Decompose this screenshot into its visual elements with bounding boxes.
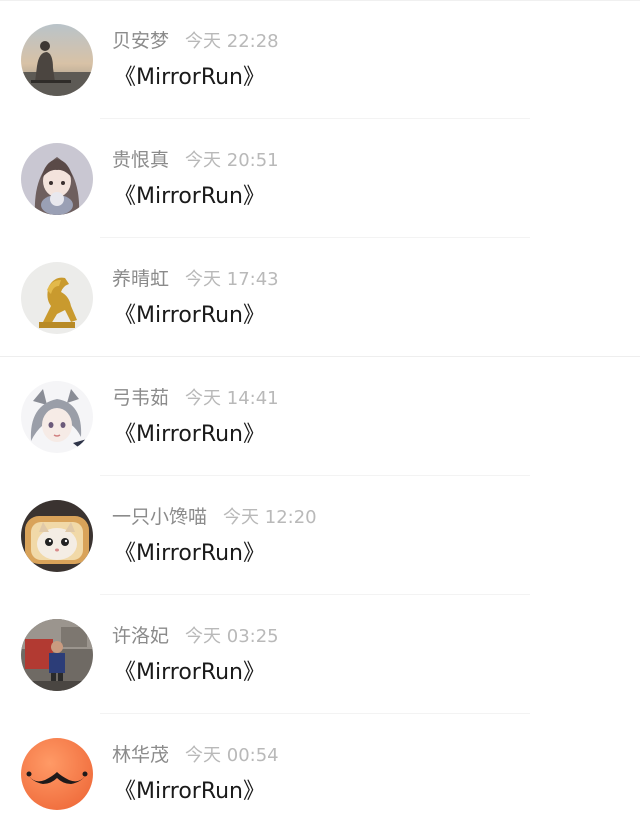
cat-ear-girl-avatar[interactable] <box>21 381 93 453</box>
timestamp: 今天 20:51 <box>185 150 279 171</box>
comment-item[interactable]: 许洛妃 今天 03:25 《MirrorRun》 <box>0 595 640 714</box>
comment-text: 《MirrorRun》 <box>114 422 266 447</box>
comment-meta: 弓韦茹 今天 14:41 <box>112 386 279 410</box>
username[interactable]: 林华茂 <box>112 744 169 766</box>
timestamp: 今天 03:25 <box>185 626 279 647</box>
username[interactable]: 一只小馋喵 <box>112 506 207 528</box>
username[interactable]: 许洛妃 <box>112 625 169 647</box>
username[interactable]: 养晴虹 <box>112 268 169 290</box>
child-photo-avatar[interactable] <box>21 619 93 691</box>
comment-text: 《MirrorRun》 <box>114 779 266 804</box>
comment-meta: 林华茂 今天 00:54 <box>112 743 279 767</box>
comment-item[interactable]: 林华茂 今天 00:54 《MirrorRun》 <box>0 714 640 827</box>
username[interactable]: 贵恨真 <box>112 149 169 171</box>
username[interactable]: 弓韦茹 <box>112 387 169 409</box>
comment-meta: 一只小馋喵 今天 12:20 <box>112 505 317 529</box>
comment-text: 《MirrorRun》 <box>114 184 266 209</box>
comment-item[interactable]: 贝安梦 今天 22:28 《MirrorRun》 <box>0 0 640 119</box>
comment-meta: 贝安梦 今天 22:28 <box>112 29 279 53</box>
comment-item[interactable]: 弓韦茹 今天 14:41 《MirrorRun》 <box>0 357 640 476</box>
timestamp: 今天 17:43 <box>185 269 279 290</box>
anime-girl-avatar[interactable] <box>21 143 93 215</box>
comment-text: 《MirrorRun》 <box>114 303 266 328</box>
comment-item[interactable]: 贵恨真 今天 20:51 《MirrorRun》 <box>0 119 640 238</box>
comment-item[interactable]: 一只小馋喵 今天 12:20 《MirrorRun》 <box>0 476 640 595</box>
comment-text: 《MirrorRun》 <box>114 660 266 685</box>
comment-meta: 许洛妃 今天 03:25 <box>112 624 279 648</box>
person-sunset-avatar[interactable] <box>21 24 93 96</box>
comment-text: 《MirrorRun》 <box>114 541 266 566</box>
comment-meta: 贵恨真 今天 20:51 <box>112 148 279 172</box>
timestamp: 今天 00:54 <box>185 745 279 766</box>
username[interactable]: 贝安梦 <box>112 30 169 52</box>
comment-list: 贝安梦 今天 22:28 《MirrorRun》 贵恨真 今天 20:51 《Mir… <box>0 0 640 827</box>
golden-horse-avatar[interactable] <box>21 262 93 334</box>
comment-meta: 养晴虹 今天 17:43 <box>112 267 279 291</box>
mustache-avatar[interactable] <box>21 738 93 810</box>
timestamp: 今天 12:20 <box>223 507 317 528</box>
comment-text: 《MirrorRun》 <box>114 65 266 90</box>
bread-cat-avatar[interactable] <box>21 500 93 572</box>
timestamp: 今天 14:41 <box>185 388 279 409</box>
comment-item[interactable]: 养晴虹 今天 17:43 《MirrorRun》 <box>0 238 640 357</box>
timestamp: 今天 22:28 <box>185 31 279 52</box>
